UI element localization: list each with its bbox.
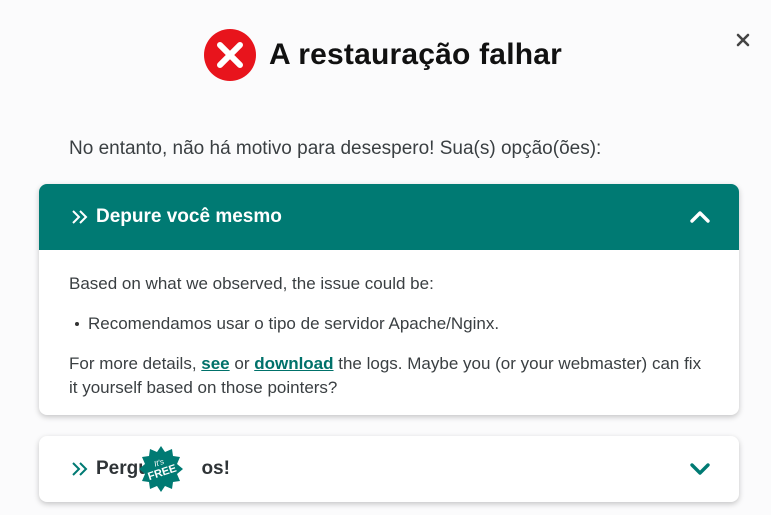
more-details-text: For more details, see or download the lo…: [69, 352, 709, 400]
close-button[interactable]: [733, 30, 753, 50]
debug-yourself-panel: Depure você mesmo Based on what we obser…: [39, 184, 739, 415]
close-icon: [736, 33, 750, 47]
restore-failed-dialog: A restauração falhar No entanto, não há …: [0, 0, 771, 515]
or-text: or: [229, 354, 255, 373]
error-icon: [204, 29, 256, 81]
double-chevron-right-icon: [72, 462, 88, 476]
free-badge-icon: It's FREE: [139, 446, 183, 492]
issue-text: Recomendamos usar o tipo de servidor Apa…: [88, 314, 500, 333]
issue-list-item: Recomendamos usar o tipo de servidor Apa…: [69, 314, 709, 334]
debug-yourself-body: Based on what we observed, the issue cou…: [39, 250, 739, 400]
debug-yourself-label: Depure você mesmo: [96, 206, 282, 227]
see-link[interactable]: see: [201, 354, 229, 373]
chevron-down-icon[interactable]: [689, 462, 711, 476]
dialog-title: A restauração falhar: [269, 38, 563, 71]
intro-text: No entanto, não há motivo para desespero…: [69, 138, 602, 159]
observed-text: Based on what we observed, the issue cou…: [69, 274, 434, 293]
download-link[interactable]: download: [254, 354, 333, 373]
ask-us-label-end: os!: [201, 458, 230, 479]
bullet-dot: [75, 322, 79, 326]
chevron-up-icon[interactable]: [689, 210, 711, 224]
more-prefix: For more details,: [69, 354, 202, 373]
debug-yourself-header[interactable]: Depure você mesmo: [39, 184, 739, 250]
dialog-header: A restauração falhar: [203, 28, 562, 82]
double-chevron-right-icon: [72, 210, 88, 224]
